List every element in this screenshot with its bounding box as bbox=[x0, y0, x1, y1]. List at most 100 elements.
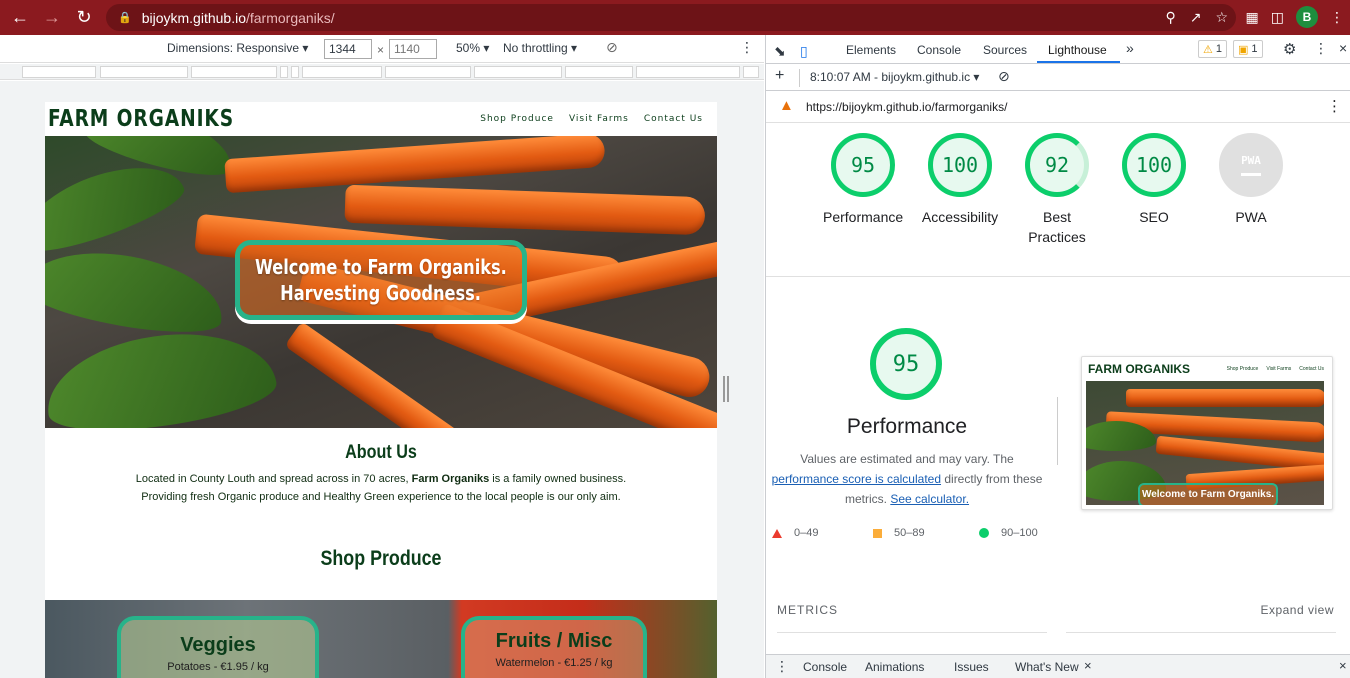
drawer-tab-animations[interactable]: Animations bbox=[865, 660, 924, 674]
lock-icon: 🔒 bbox=[118, 12, 132, 24]
address-bar[interactable]: 🔒 bijoykm.github.io/farmorganiks/ ⚲ ↗ ☆ bbox=[106, 4, 1236, 31]
tab-lighthouse[interactable]: Lighthouse bbox=[1048, 43, 1107, 57]
about-text-brand: Farm Organiks bbox=[411, 473, 490, 485]
tab-sources[interactable]: Sources bbox=[983, 43, 1027, 57]
report-time: 8:10:07 AM - bijoykm.github.ic bbox=[810, 70, 971, 84]
performance-heading: Performance bbox=[846, 415, 968, 438]
more-tabs-icon[interactable]: » bbox=[1126, 40, 1134, 56]
legend-pass: 90–100 bbox=[979, 527, 1038, 539]
dimensions-dropdown[interactable]: Dimensions: Responsive ▾ bbox=[167, 41, 308, 55]
devtools-panel: ⬊ ▯ Elements Console Sources Lighthouse … bbox=[765, 35, 1350, 678]
zoom-label: 50% bbox=[456, 41, 481, 55]
drawer-menu-icon[interactable]: ⋮ bbox=[775, 658, 789, 675]
hero-line-1: Welcome to Farm Organiks. bbox=[255, 255, 507, 279]
drawer-close-icon[interactable]: × bbox=[1339, 658, 1347, 673]
zoom-dropdown[interactable]: 50% ▾ bbox=[456, 41, 489, 55]
extensions-puzzle-icon[interactable]: ▦ bbox=[1246, 9, 1259, 26]
thumb-nav: Shop Produce Visit Farms Contact Us bbox=[1227, 366, 1324, 372]
back-arrow-icon[interactable]: ← bbox=[8, 6, 32, 30]
seo-score: 100 bbox=[1122, 133, 1186, 197]
device-toggle-icon[interactable]: ▯ bbox=[800, 43, 808, 60]
veggies-price: Potatoes - €1.95 / kg bbox=[167, 661, 269, 673]
drawer-tab-issues[interactable]: Issues bbox=[954, 660, 989, 674]
fruits-card[interactable]: Fruits / Misc Watermelon - €1.25 / kg bbox=[461, 616, 647, 678]
clear-reports-icon[interactable]: ⊘ bbox=[998, 68, 1010, 85]
metrics-divider-right bbox=[1066, 632, 1336, 633]
best-practices-score: 92 bbox=[1025, 133, 1089, 197]
legend-average: 50–89 bbox=[873, 527, 925, 539]
kebab-menu-icon[interactable]: ⋮ bbox=[1330, 9, 1344, 26]
devtools-more-icon[interactable]: ⋮ bbox=[1314, 40, 1328, 57]
browser-toolbar: ← → ↻ 🔒 bijoykm.github.io/farmorganiks/ … bbox=[0, 0, 1350, 35]
new-report-plus-icon[interactable]: + bbox=[775, 67, 784, 85]
bookmark-star-icon[interactable]: ☆ bbox=[1215, 9, 1228, 26]
url-path: /farmorganiks/ bbox=[245, 9, 335, 26]
issues-badge[interactable]: ▣ 1 bbox=[1233, 40, 1263, 58]
about-text-pre: Located in County Louth and spread acros… bbox=[135, 473, 412, 485]
rotate-icon[interactable]: ⊘ bbox=[606, 39, 618, 56]
lighthouse-logo-icon: ▲ bbox=[779, 97, 794, 114]
close-whats-new-icon[interactable]: × bbox=[1084, 658, 1092, 673]
perf-desc-1: Values are estimated and may vary. The bbox=[800, 452, 1014, 466]
gauge-accessibility[interactable]: 100 Accessibility bbox=[920, 133, 1000, 227]
hero-welcome-banner: Welcome to Farm Organiks. Harvesting Goo… bbox=[235, 240, 527, 320]
reload-icon[interactable]: ↻ bbox=[72, 6, 96, 30]
forward-arrow-icon[interactable]: → bbox=[40, 6, 64, 30]
veggies-title: Veggies bbox=[180, 634, 256, 656]
sidebar-icon[interactable]: ◫ bbox=[1271, 9, 1284, 26]
report-url-bar: ▲ https://bijoykm.github.io/farmorganiks… bbox=[766, 91, 1350, 123]
settings-gear-icon[interactable]: ⚙ bbox=[1283, 40, 1296, 58]
legend-fail: 0–49 bbox=[772, 527, 818, 539]
final-screenshot-thumbnail[interactable]: FARM ORGANIKS Shop Produce Visit Farms C… bbox=[1081, 356, 1333, 510]
about-text: Located in County Louth and spread acros… bbox=[45, 470, 717, 506]
warning-badge[interactable]: ⚠ 1 bbox=[1198, 40, 1227, 58]
gauge-best-practices[interactable]: 92 Best Practices bbox=[1017, 133, 1097, 247]
issue-icon: ▣ bbox=[1238, 43, 1249, 56]
thumb-nav-shop: Shop Produce bbox=[1226, 366, 1259, 372]
device-more-icon[interactable]: ⋮ bbox=[740, 39, 754, 56]
drawer-tab-whats-new[interactable]: What's New bbox=[1015, 660, 1079, 674]
see-calculator-link[interactable]: See calculator. bbox=[890, 492, 969, 506]
produce-section: Veggies Potatoes - €1.95 / kg Fruits / M… bbox=[45, 600, 717, 678]
site-nav: Shop Produce Visit Farms Contact Us bbox=[480, 114, 703, 124]
warning-icon: ⚠ bbox=[1203, 43, 1213, 56]
share-icon[interactable]: ↗ bbox=[1190, 9, 1202, 26]
thumb-nav-contact: Contact Us bbox=[1299, 366, 1324, 372]
profile-avatar[interactable]: B bbox=[1296, 6, 1318, 28]
nav-shop-produce[interactable]: Shop Produce bbox=[480, 114, 554, 124]
accessibility-label: Accessibility bbox=[921, 209, 999, 225]
width-input[interactable]: 1344 bbox=[324, 39, 372, 59]
devtools-close-icon[interactable]: × bbox=[1339, 40, 1347, 56]
nav-visit-farms[interactable]: Visit Farms bbox=[569, 114, 629, 124]
thumb-logo: FARM ORGANIKS bbox=[1088, 362, 1190, 376]
report-url[interactable]: https://bijoykm.github.io/farmorganiks/ bbox=[806, 100, 1007, 114]
report-menu-icon[interactable]: ⋮ bbox=[1327, 97, 1342, 115]
lighthouse-toolbar: + 8:10:07 AM - bijoykm.github.ic ▾ ⊘ bbox=[766, 64, 1350, 91]
resize-handle[interactable] bbox=[723, 376, 729, 402]
gauge-pwa[interactable]: PWA PWA bbox=[1211, 133, 1291, 227]
throttling-dropdown[interactable]: No throttling ▾ bbox=[503, 41, 577, 55]
legend-average-label: 50–89 bbox=[894, 527, 925, 539]
veggies-card[interactable]: Veggies Potatoes - €1.95 / kg bbox=[117, 616, 319, 678]
device-toolbar: Dimensions: Responsive ▾ 1344 × 1140 50%… bbox=[0, 35, 764, 63]
thumb-hero-image: Welcome to Farm Organiks. bbox=[1086, 381, 1324, 505]
report-selector[interactable]: 8:10:07 AM - bijoykm.github.ic ▾ bbox=[810, 70, 979, 84]
performance-big-gauge: 95 bbox=[870, 328, 942, 400]
gauge-performance[interactable]: 95 Performance bbox=[823, 133, 903, 227]
legend-fail-label: 0–49 bbox=[794, 527, 819, 539]
expand-view-toggle[interactable]: Expand view bbox=[1260, 603, 1334, 617]
performance-score-link[interactable]: performance score is calculated bbox=[772, 472, 941, 486]
gauge-seo[interactable]: 100 SEO bbox=[1114, 133, 1194, 227]
tab-elements[interactable]: Elements bbox=[846, 43, 896, 57]
height-input[interactable]: 1140 bbox=[389, 39, 437, 59]
average-square-icon bbox=[873, 528, 882, 538]
zoom-icon[interactable]: ⚲ bbox=[1165, 9, 1175, 26]
media-query-ruler[interactable] bbox=[0, 64, 764, 80]
thumb-nav-visit: Visit Farms bbox=[1266, 366, 1292, 372]
drawer-tab-console[interactable]: Console bbox=[803, 660, 847, 674]
inspect-icon[interactable]: ⬊ bbox=[774, 43, 786, 60]
nav-contact-us[interactable]: Contact Us bbox=[644, 114, 703, 124]
site-logo[interactable]: FARM ORGANIKS bbox=[48, 106, 234, 132]
tab-console[interactable]: Console bbox=[917, 43, 961, 57]
fruits-title: Fruits / Misc bbox=[495, 630, 613, 652]
